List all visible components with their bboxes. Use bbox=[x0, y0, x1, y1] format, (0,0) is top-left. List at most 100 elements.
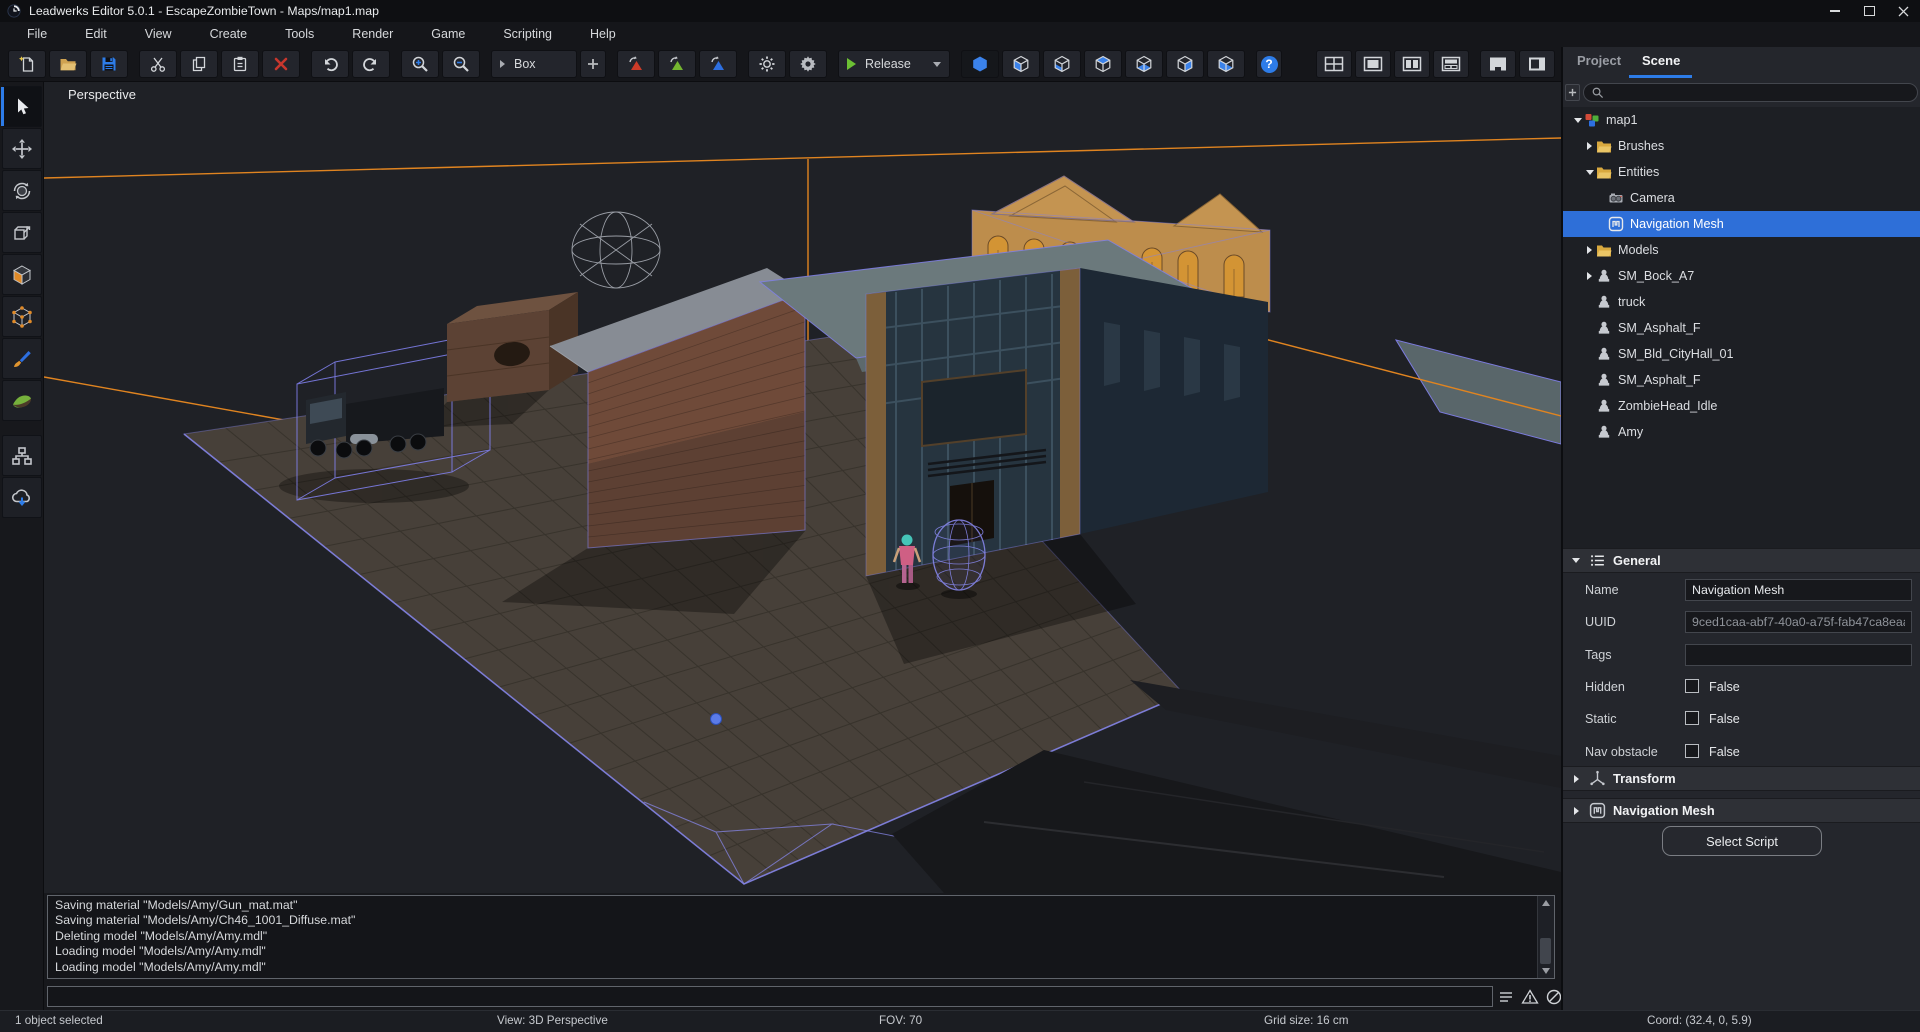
gizmo-handle[interactable] bbox=[711, 714, 722, 725]
run-settings-button[interactable] bbox=[748, 50, 786, 78]
rotate-tool-button[interactable] bbox=[2, 170, 42, 211]
tab-project[interactable]: Project bbox=[1577, 53, 1621, 68]
toggle-console-panel-button[interactable] bbox=[1480, 50, 1516, 78]
console-output[interactable]: Saving material "Models/Amy/Gun_mat.mat"… bbox=[47, 895, 1555, 979]
select-tool-button[interactable] bbox=[2, 86, 42, 127]
cube-top-face-button[interactable] bbox=[1084, 50, 1122, 78]
tree-item-sm-asphalt-f[interactable]: SM_Asphalt_F bbox=[1563, 367, 1920, 393]
redo-button[interactable] bbox=[352, 50, 390, 78]
tree-item-sm-bock-a7[interactable]: SM_Bock_A7 bbox=[1563, 263, 1920, 289]
cube-right-face-button[interactable] bbox=[1166, 50, 1204, 78]
tree-item-amy[interactable]: Amy bbox=[1563, 419, 1920, 445]
cube-solid-button[interactable] bbox=[961, 50, 999, 78]
rotate-x-button[interactable] bbox=[617, 50, 655, 78]
primitive-dropdown[interactable]: Box bbox=[491, 50, 577, 78]
tree-collapsed-arrow[interactable] bbox=[1587, 272, 1592, 280]
open-map-button[interactable] bbox=[49, 50, 87, 78]
nav-obstacle-checkbox[interactable] bbox=[1685, 744, 1699, 758]
uuid-field[interactable] bbox=[1685, 611, 1912, 633]
new-map-button[interactable] bbox=[8, 50, 46, 78]
section-general[interactable]: General bbox=[1563, 548, 1920, 573]
rotate-z-button[interactable] bbox=[699, 50, 737, 78]
tree-item-entities[interactable]: Entities bbox=[1563, 159, 1920, 185]
move-tool-button[interactable] bbox=[2, 128, 42, 169]
face-select-tool-button[interactable] bbox=[2, 254, 42, 295]
section-transform[interactable]: Transform bbox=[1563, 766, 1920, 791]
tree-expanded-arrow[interactable] bbox=[1574, 118, 1582, 123]
menu-item-create[interactable]: Create bbox=[191, 22, 267, 47]
cloud-download-button[interactable] bbox=[2, 477, 42, 518]
tree-item-brushes[interactable]: Brushes bbox=[1563, 133, 1920, 159]
tree-expanded-arrow[interactable] bbox=[1586, 170, 1594, 175]
command-input[interactable] bbox=[47, 986, 1493, 1007]
zoom-out-button[interactable] bbox=[442, 50, 480, 78]
cube-bottom-left-button[interactable] bbox=[1043, 50, 1081, 78]
layout-grid-4-button[interactable] bbox=[1316, 50, 1352, 78]
layout-single-button[interactable] bbox=[1355, 50, 1391, 78]
paste-button[interactable] bbox=[221, 50, 259, 78]
delete-button[interactable] bbox=[262, 50, 300, 78]
tree-item-navigation-mesh[interactable]: Navigation Mesh bbox=[1563, 211, 1920, 237]
layout-split-2-button[interactable] bbox=[1394, 50, 1430, 78]
menu-item-edit[interactable]: Edit bbox=[66, 22, 126, 47]
cut-button[interactable] bbox=[139, 50, 177, 78]
release-dropdown[interactable]: Release bbox=[838, 50, 950, 78]
hidden-checkbox[interactable] bbox=[1685, 679, 1699, 693]
add-entity-button[interactable] bbox=[1565, 84, 1580, 101]
close-button[interactable] bbox=[1886, 0, 1920, 22]
rotate-y-button[interactable] bbox=[658, 50, 696, 78]
perspective-viewport[interactable]: Perspective bbox=[44, 82, 1561, 893]
maximize-button[interactable] bbox=[1852, 0, 1886, 22]
menu-item-render[interactable]: Render bbox=[333, 22, 412, 47]
zoom-in-button[interactable] bbox=[401, 50, 439, 78]
copy-button[interactable] bbox=[180, 50, 218, 78]
cube-left-half-button[interactable] bbox=[1207, 50, 1245, 78]
undo-button[interactable] bbox=[311, 50, 349, 78]
toggle-side-panel-button[interactable] bbox=[1519, 50, 1555, 78]
tree-collapsed-arrow[interactable] bbox=[1587, 142, 1592, 150]
static-checkbox[interactable] bbox=[1685, 711, 1699, 725]
tab-scene[interactable]: Scene bbox=[1642, 53, 1680, 68]
add-primitive-button[interactable] bbox=[580, 50, 606, 78]
tree-item-camera[interactable]: Camera bbox=[1563, 185, 1920, 211]
log-filter-button[interactable] bbox=[1496, 987, 1515, 1006]
wireframe-dome[interactable] bbox=[572, 212, 660, 288]
menu-item-file[interactable]: File bbox=[8, 22, 66, 47]
menu-item-help[interactable]: Help bbox=[571, 22, 635, 47]
extrude-tool-button[interactable] bbox=[2, 212, 42, 253]
scroll-down-icon[interactable] bbox=[1542, 968, 1550, 974]
help-button[interactable]: ? bbox=[1256, 50, 1282, 78]
minimize-button[interactable] bbox=[1818, 0, 1852, 22]
menu-item-scripting[interactable]: Scripting bbox=[484, 22, 571, 47]
tree-item-sm-bld-cityhall-01[interactable]: SM_Bld_CityHall_01 bbox=[1563, 341, 1920, 367]
hierarchy-tool-button[interactable] bbox=[2, 435, 42, 476]
tree-item-sm-asphalt-f[interactable]: SM_Asphalt_F bbox=[1563, 315, 1920, 341]
cube-bottom-face-button[interactable] bbox=[1125, 50, 1163, 78]
terrain-tool-button[interactable] bbox=[2, 380, 42, 421]
asphalt-slab[interactable] bbox=[1396, 340, 1561, 444]
search-input[interactable] bbox=[1604, 85, 1917, 101]
layout-split-3-button[interactable] bbox=[1433, 50, 1469, 78]
menu-item-tools[interactable]: Tools bbox=[266, 22, 333, 47]
select-script-button[interactable]: Select Script bbox=[1662, 826, 1822, 856]
paint-tool-button[interactable] bbox=[2, 338, 42, 379]
tree-item-truck[interactable]: truck bbox=[1563, 289, 1920, 315]
tree-collapsed-arrow[interactable] bbox=[1587, 246, 1592, 254]
console-scrollbar[interactable] bbox=[1537, 896, 1554, 978]
menu-item-view[interactable]: View bbox=[126, 22, 191, 47]
vertex-select-tool-button[interactable] bbox=[2, 296, 42, 337]
name-field[interactable] bbox=[1685, 579, 1912, 601]
save-map-button[interactable] bbox=[90, 50, 128, 78]
brick-building[interactable] bbox=[550, 268, 805, 548]
menu-item-game[interactable]: Game bbox=[412, 22, 484, 47]
scroll-thumb[interactable] bbox=[1540, 938, 1551, 964]
tree-item-models[interactable]: Models bbox=[1563, 237, 1920, 263]
warnings-filter-button[interactable] bbox=[1520, 987, 1539, 1006]
tree-item-map1[interactable]: map1 bbox=[1563, 107, 1920, 133]
road-right[interactable] bbox=[1130, 680, 1561, 788]
tags-field[interactable] bbox=[1685, 644, 1912, 666]
section-navmesh[interactable]: Navigation Mesh bbox=[1563, 798, 1920, 823]
options-button[interactable] bbox=[789, 50, 827, 78]
scroll-up-icon[interactable] bbox=[1542, 900, 1550, 906]
tree-item-zombiehead-idle[interactable]: ZombieHead_Idle bbox=[1563, 393, 1920, 419]
